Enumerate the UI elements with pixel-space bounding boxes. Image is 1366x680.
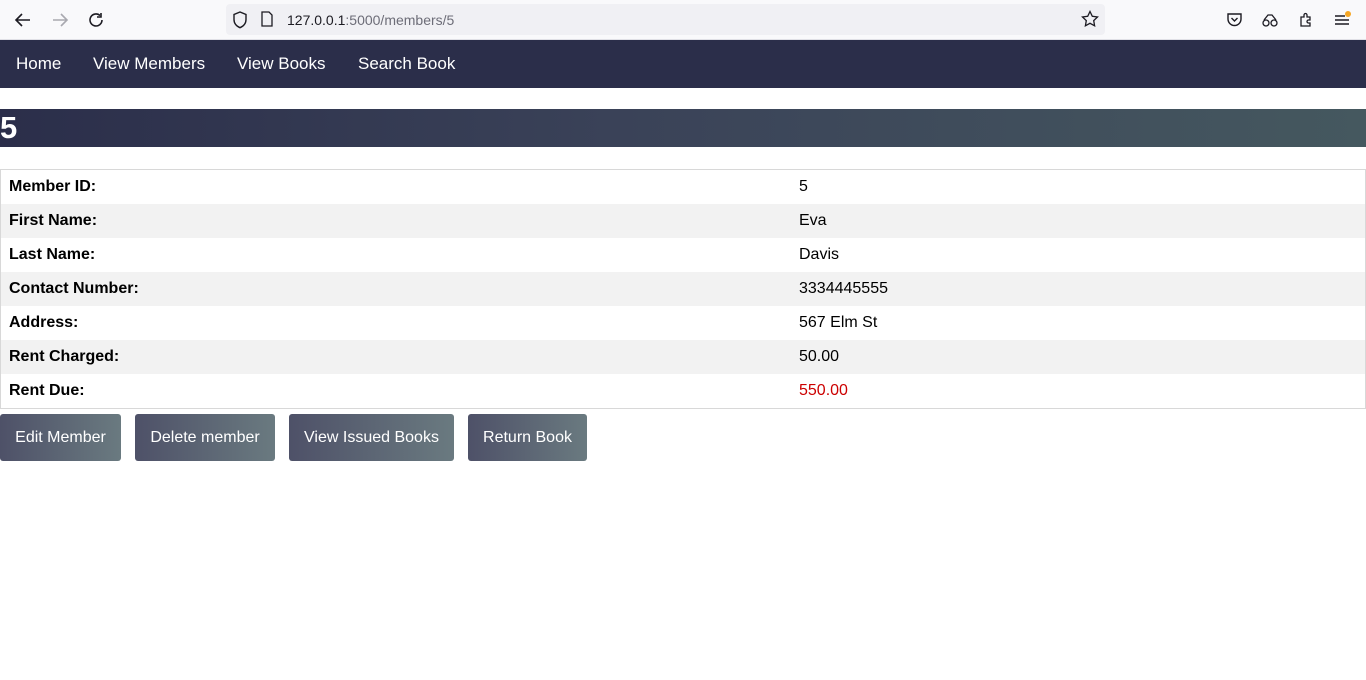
table-row-contact-number: Contact Number: 3334445555 xyxy=(1,272,1365,306)
main-navbar: Home View Members View Books Search Book xyxy=(0,40,1366,88)
edit-member-button[interactable]: Edit Member xyxy=(0,414,121,461)
member-id-value: 5 xyxy=(799,178,808,195)
nav-home-link[interactable]: Home xyxy=(16,54,61,74)
rent-charged-label: Rent Charged: xyxy=(9,348,120,365)
rent-due-label: Rent Due: xyxy=(9,382,85,399)
nav-view-members-link[interactable]: View Members xyxy=(93,54,205,74)
nav-search-book-link[interactable]: Search Book xyxy=(358,54,455,74)
member-id-label: Member ID: xyxy=(9,178,97,195)
nav-view-books-link[interactable]: View Books xyxy=(237,54,326,74)
tracking-shield-icon[interactable] xyxy=(232,11,248,34)
page-icon[interactable] xyxy=(260,11,274,32)
page-title: 5 xyxy=(0,110,18,145)
member-details-table: Member ID: 5 First Name: Eva Last Name: … xyxy=(0,169,1366,409)
url-host: 127.0.0.1 xyxy=(287,12,346,28)
last-name-value: Davis xyxy=(799,246,840,263)
last-name-label: Last Name: xyxy=(9,246,96,263)
bookmark-star-icon[interactable] xyxy=(1081,9,1099,33)
url-text[interactable]: 127.0.0.1:5000/members/5 xyxy=(287,12,454,28)
first-name-value: Eva xyxy=(799,212,827,229)
menu-icon[interactable] xyxy=(1330,8,1354,32)
page-title-banner: 5 xyxy=(0,109,1366,147)
contact-number-label: Contact Number: xyxy=(9,280,139,297)
table-row-address: Address: 567 Elm St xyxy=(1,306,1365,340)
table-row-last-name: Last Name: Davis xyxy=(1,238,1365,272)
extensions-icon[interactable] xyxy=(1294,8,1318,32)
table-row-first-name: First Name: Eva xyxy=(1,204,1365,238)
table-row-member-id: Member ID: 5 xyxy=(1,170,1365,204)
reload-icon[interactable] xyxy=(84,8,108,32)
table-row-rent-charged: Rent Charged: 50.00 xyxy=(1,340,1365,374)
browser-toolbar: 127.0.0.1:5000/members/5 xyxy=(0,0,1366,40)
pocket-icon[interactable] xyxy=(1222,8,1246,32)
address-value: 567 Elm St xyxy=(799,314,878,331)
rent-due-value: 550.00 xyxy=(799,382,848,399)
account-icon[interactable] xyxy=(1258,8,1282,32)
delete-member-button[interactable]: Delete member xyxy=(135,414,275,461)
rent-charged-value: 50.00 xyxy=(799,348,840,365)
back-arrow-icon[interactable] xyxy=(11,8,35,32)
url-bar[interactable]: 127.0.0.1:5000/members/5 xyxy=(226,4,1105,35)
table-row-rent-due: Rent Due: 550.00 xyxy=(1,374,1365,408)
return-book-button[interactable]: Return Book xyxy=(468,414,587,461)
url-path: :5000/members/5 xyxy=(345,12,455,28)
first-name-label: First Name: xyxy=(9,212,98,229)
forward-arrow-icon[interactable] xyxy=(48,8,72,32)
contact-number-value: 3334445555 xyxy=(799,280,888,297)
view-issued-books-button[interactable]: View Issued Books xyxy=(289,414,454,461)
address-label: Address: xyxy=(9,314,79,331)
